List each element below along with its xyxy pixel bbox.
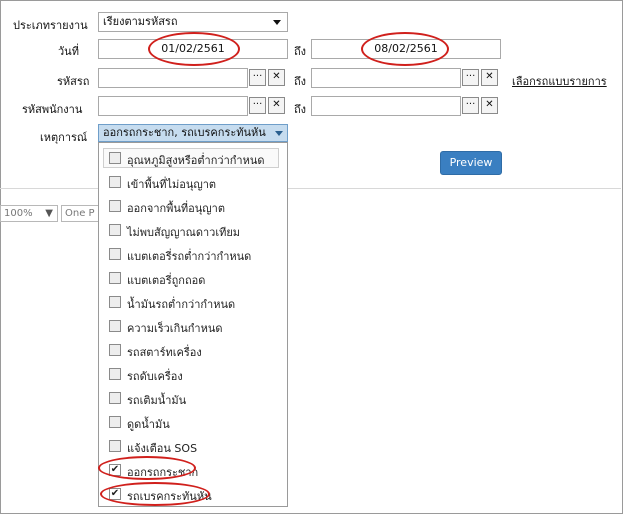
event-option-label: แจ้งเตือน SOS [127,442,198,455]
employee-label: รหัสพนักงาน [22,103,83,116]
date-from-value: 01/02/2561 [161,42,225,55]
checkbox-checked[interactable]: ✔ [109,464,121,476]
checkbox[interactable] [109,176,121,188]
event-option-label: ออกรถกระชาก [127,466,199,479]
event-option[interactable]: รถเติมน้ำมัน [99,386,287,410]
event-option-label: แบตเตอรี่รถต่ำกว่ากำหนด [127,250,252,263]
event-option-label: ความเร็วเกินกำหนด [127,322,223,335]
vehicle-to-input[interactable] [311,68,461,88]
event-option-label: ดูดน้ำมัน [127,418,170,431]
report-type-label: ประเภทรายงาน [13,19,88,32]
event-option[interactable]: ออกจากพื้นที่อนุญาต [99,194,287,218]
employee-to-browse-button[interactable]: ··· [462,97,479,114]
employee-from-browse-button[interactable]: ··· [249,97,266,114]
checkbox[interactable] [109,272,121,284]
vehicle-to-browse-button[interactable]: ··· [462,69,479,86]
vehicle-to-label: ถึง [294,75,307,88]
select-vehicle-list-link[interactable]: เลือกรถแบบรายการ [512,72,607,90]
employee-from-clear-icon[interactable]: ✕ [268,97,285,114]
date-to-label: ถึง [294,45,307,58]
divider [0,188,621,189]
vehicle-from-browse-button[interactable]: ··· [249,69,266,86]
event-option[interactable]: น้ำมันรถต่ำกว่ากำหนด [99,290,287,314]
page-mode-select[interactable]: One P [61,205,99,222]
event-option[interactable]: เข้าพื้นที่ไม่อนุญาต [99,170,287,194]
employee-to-label: ถึง [294,103,307,116]
checkbox[interactable] [109,296,121,308]
event-option-label: ออกจากพื้นที่อนุญาต [127,202,225,215]
event-option[interactable]: รถสตาร์ทเครื่อง [99,338,287,362]
event-option[interactable]: ไม่พบสัญญาณดาวเทียม [99,218,287,242]
checkbox[interactable] [109,320,121,332]
checkbox[interactable] [109,152,121,164]
checkbox[interactable] [109,440,121,452]
vehicle-label: รหัสรถ [57,75,90,88]
employee-to-input[interactable] [311,96,461,116]
checkbox[interactable] [109,248,121,260]
date-to-value: 08/02/2561 [374,42,438,55]
employee-from-input[interactable] [98,96,248,116]
date-to-input[interactable]: 08/02/2561 [311,39,501,59]
event-option-label: รถสตาร์ทเครื่อง [127,346,202,359]
zoom-select[interactable]: 100% ▼ [0,205,58,222]
page-mode-value: One P [65,208,95,219]
checkbox[interactable] [109,368,121,380]
chevron-down-icon [273,20,281,25]
event-chevron-down-icon [275,131,283,136]
event-option-label: รถดับเครื่อง [127,370,183,383]
event-option[interactable]: อุณหภูมิสูงหรือต่ำกว่ากำหนด [99,146,287,170]
checkbox[interactable] [109,224,121,236]
event-option[interactable]: รถดับเครื่อง [99,362,287,386]
event-option-label: รถเติมน้ำมัน [127,394,187,407]
checkbox[interactable] [109,344,121,356]
event-multiselect[interactable]: ออกรถกระชาก, รถเบรคกระทันหัน [98,124,288,142]
report-type-select[interactable]: เรียงตามรหัสรถ [98,12,288,32]
report-type-value: เรียงตามรหัสรถ [103,15,178,28]
checkbox[interactable] [109,416,121,428]
zoom-chevron-down-icon: ▼ [45,208,53,219]
event-label: เหตุการณ์ [40,131,88,144]
event-option[interactable]: แจ้งเตือน SOS [99,434,287,458]
event-option[interactable]: ✔ ออกรถกระชาก [99,458,287,482]
vehicle-from-clear-icon[interactable]: ✕ [268,69,285,86]
event-option[interactable]: ดูดน้ำมัน [99,410,287,434]
employee-to-clear-icon[interactable]: ✕ [481,97,498,114]
checkbox[interactable] [109,200,121,212]
preview-button[interactable]: Preview [440,151,502,175]
zoom-value: 100% [4,208,33,219]
event-option[interactable]: ✔ รถเบรคกระทันหัน [99,482,287,506]
event-option[interactable]: แบตเตอรี่รถต่ำกว่ากำหนด [99,242,287,266]
event-selected-value: ออกรถกระชาก, รถเบรคกระทันหัน [103,126,266,139]
date-label: วันที่ [58,45,79,58]
date-from-input[interactable]: 01/02/2561 [98,39,288,59]
event-option[interactable]: ความเร็วเกินกำหนด [99,314,287,338]
event-option-label: อุณหภูมิสูงหรือต่ำกว่ากำหนด [127,154,265,167]
event-options-list[interactable]: อุณหภูมิสูงหรือต่ำกว่ากำหนดเข้าพื้นที่ไม… [98,142,288,507]
checkbox[interactable] [109,392,121,404]
vehicle-from-input[interactable] [98,68,248,88]
event-option-label: แบตเตอรี่ถูกถอด [127,274,206,287]
checkbox-checked[interactable]: ✔ [109,488,121,500]
event-option-label: เข้าพื้นที่ไม่อนุญาต [127,178,217,191]
event-option-label: น้ำมันรถต่ำกว่ากำหนด [127,298,236,311]
vehicle-to-clear-icon[interactable]: ✕ [481,69,498,86]
event-option-label: ไม่พบสัญญาณดาวเทียม [127,226,241,239]
event-option[interactable]: แบตเตอรี่ถูกถอด [99,266,287,290]
event-option-label: รถเบรคกระทันหัน [127,490,212,503]
